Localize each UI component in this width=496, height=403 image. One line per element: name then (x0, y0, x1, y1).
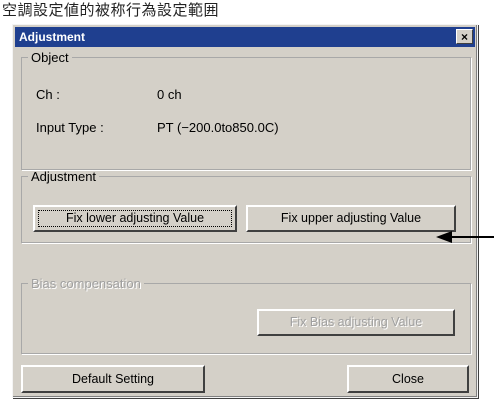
default-setting-button[interactable]: Default Setting (21, 365, 205, 393)
fix-bias-button-label: Fix Bias adjusting Value (289, 315, 423, 329)
fix-upper-button-label: Fix upper adjusting Value (280, 211, 422, 225)
input-type-value: PT (−200.0to850.0C) (157, 120, 279, 135)
fix-lower-button[interactable]: Fix lower adjusting Value (33, 205, 237, 232)
close-icon[interactable]: × (456, 29, 473, 44)
title-bar: Adjustment × (15, 27, 475, 47)
pointer-arrow-icon (436, 231, 494, 243)
bias-compensation-legend: Bias compensation (31, 276, 141, 291)
input-type-label: Input Type : (36, 120, 104, 135)
ch-label: Ch : (36, 87, 60, 102)
dialog-title: Adjustment (19, 30, 85, 44)
fix-lower-button-label: Fix lower adjusting Value (65, 211, 205, 225)
ch-value: 0 ch (157, 87, 182, 102)
close-button[interactable]: Close (347, 365, 469, 393)
close-button-label: Close (392, 372, 424, 386)
fix-upper-button[interactable]: Fix upper adjusting Value (246, 205, 456, 232)
object-group: Object Ch : 0 ch Input Type : PT (−200.0… (21, 50, 471, 170)
adjustment-dialog: Adjustment × Object Ch : 0 ch Input Type… (12, 24, 478, 398)
fix-bias-button[interactable]: Fix Bias adjusting Value (257, 309, 455, 336)
default-setting-button-label: Default Setting (72, 372, 154, 386)
object-legend: Object (31, 50, 69, 65)
adjustment-legend: Adjustment (31, 169, 97, 184)
caption-text: 空調設定値的被称行為設定範囲 (2, 2, 220, 19)
